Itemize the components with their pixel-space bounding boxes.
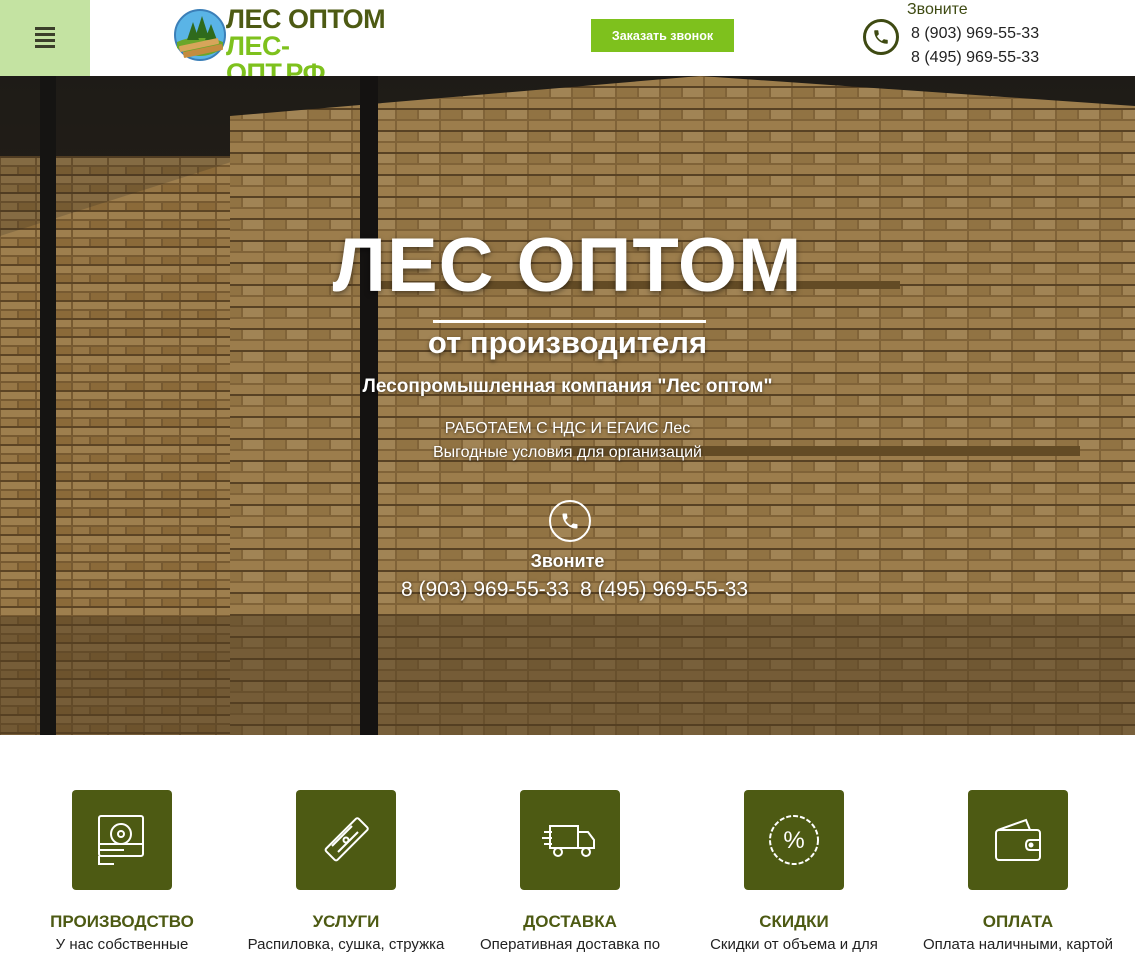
logo-line-1: ЛЕС ОПТОМ bbox=[226, 4, 386, 34]
site-logo[interactable]: ЛЕС ОПТОМ ЛЕС-ОПТ.РФ bbox=[173, 6, 388, 87]
feature-description: Оперативная доставка по bbox=[479, 936, 661, 953]
saw-icon bbox=[98, 815, 144, 865]
menu-toggle-button[interactable] bbox=[0, 0, 90, 76]
feature-description: Оплата наличными, картой bbox=[922, 936, 1114, 953]
feature-title: СКИДКИ bbox=[759, 912, 829, 931]
hero-phone-1[interactable]: 8 (903) 969-55-33 bbox=[401, 578, 569, 602]
phone-icon bbox=[863, 19, 899, 55]
hero-overlay bbox=[0, 76, 1135, 735]
percent-icon: % bbox=[769, 815, 819, 865]
feature-title: ДОСТАВКА bbox=[523, 912, 617, 931]
phone-icon bbox=[549, 500, 591, 542]
truck-icon bbox=[542, 825, 595, 857]
logo-text: ЛЕС ОПТОМ ЛЕС-ОПТ.РФ bbox=[226, 6, 388, 87]
feature-icon-box bbox=[72, 790, 172, 890]
feature-icon-box: % bbox=[744, 790, 844, 890]
hero-divider bbox=[433, 320, 706, 323]
feature-title: ОПЛАТА bbox=[982, 912, 1054, 931]
hamburger-icon bbox=[35, 27, 55, 51]
header-phone-2[interactable]: 8 (495) 969-55-33 bbox=[911, 49, 1039, 67]
feature-icon-box bbox=[968, 790, 1068, 890]
header-call-label: Звоните bbox=[907, 1, 968, 18]
feature-description: Скидки от объема и для bbox=[710, 936, 878, 953]
plank-icon bbox=[324, 817, 369, 862]
hero-section: ЛЕС ОПТОМ от производителя Лесопромышлен… bbox=[0, 76, 1135, 735]
hero-call-label: Звоните bbox=[530, 551, 605, 571]
header-phone-1[interactable]: 8 (903) 969-55-33 bbox=[911, 25, 1039, 43]
svg-text:%: % bbox=[783, 827, 804, 854]
hero-subtitle: от производителя bbox=[427, 325, 708, 360]
feature-description: Распиловка, сушка, стружка bbox=[247, 936, 445, 953]
hero-company-name: Лесопромышленная компания "Лес оптом" bbox=[362, 376, 773, 397]
feature-description: У нас собственные bbox=[55, 936, 189, 953]
feature-icon-box bbox=[520, 790, 620, 890]
wallet-icon bbox=[995, 818, 1041, 861]
logo-emblem-icon bbox=[174, 9, 226, 61]
order-callback-button[interactable]: Заказать звонок bbox=[591, 19, 734, 52]
hero-title: ЛЕС ОПТОМ bbox=[332, 223, 803, 308]
feature-title: УСЛУГИ bbox=[312, 912, 380, 931]
hero-conditions-line: Выгодные условия для организаций bbox=[432, 444, 702, 461]
feature-icon-box bbox=[296, 790, 396, 890]
feature-title: ПРОИЗВОДСТВО bbox=[50, 912, 194, 931]
site-header: ЛЕС ОПТОМ ЛЕС-ОПТ.РФ Заказать звонок Зво… bbox=[0, 0, 1135, 87]
hero-vat-line: РАБОТАЕМ С НДС И ЕГАИС Лес bbox=[444, 420, 691, 437]
hero-phone-2[interactable]: 8 (495) 969-55-33 bbox=[580, 578, 748, 602]
